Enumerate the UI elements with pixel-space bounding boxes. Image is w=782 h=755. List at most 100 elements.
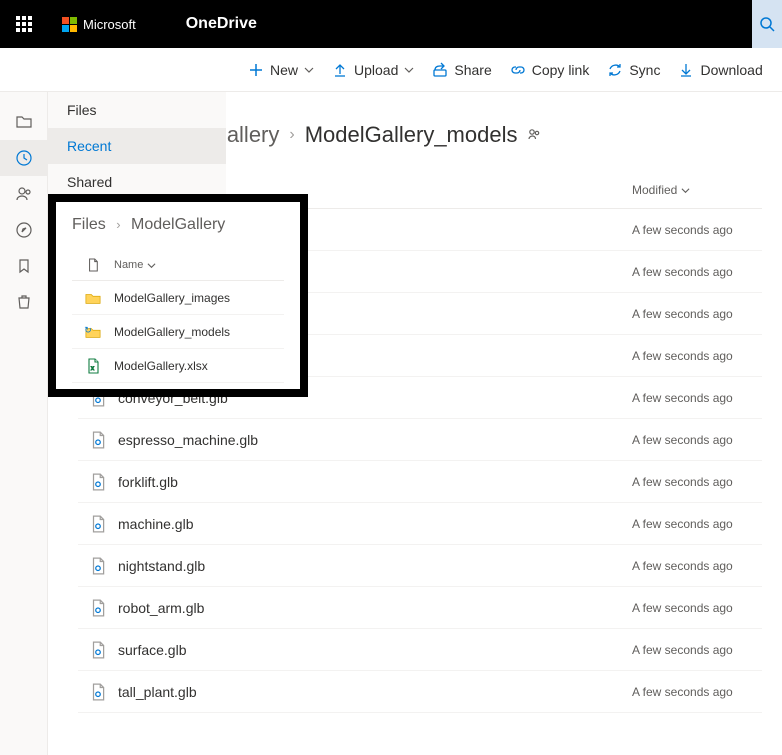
file-type-icon (78, 599, 118, 617)
chevron-right-icon: › (116, 217, 120, 232)
crumb-current: ModelGallery_models (305, 122, 518, 148)
file-modified: A few seconds ago (632, 559, 762, 573)
file-row[interactable]: tall_plant.glbA few seconds ago (78, 671, 762, 713)
sidebar-shared-icon-wrap[interactable] (0, 176, 47, 212)
share-button[interactable]: Share (432, 62, 491, 78)
inset-crumb-root[interactable]: Files (72, 216, 106, 233)
compass-icon (15, 221, 33, 239)
download-icon (678, 62, 694, 78)
upload-label: Upload (354, 62, 398, 78)
sidebar-discover-icon-wrap[interactable] (0, 212, 47, 248)
upload-button[interactable]: Upload (332, 62, 414, 78)
app-launcher-button[interactable] (0, 0, 48, 48)
new-label: New (270, 62, 298, 78)
file-row[interactable]: robot_arm.glbA few seconds ago (78, 587, 762, 629)
inset-row-icon (72, 291, 114, 305)
chevron-down-icon (404, 65, 414, 75)
sidebar-files-icon-wrap[interactable] (0, 104, 47, 140)
file-name: robot_arm.glb (118, 600, 632, 616)
file-modified: A few seconds ago (632, 391, 762, 405)
search-button[interactable] (752, 0, 782, 48)
sidebar-recent-icon-wrap[interactable] (0, 140, 47, 176)
file-row[interactable]: espresso_machine.glbA few seconds ago (78, 419, 762, 461)
copy-link-button[interactable]: Copy link (510, 62, 590, 78)
copy-link-label: Copy link (532, 62, 590, 78)
inset-table-header: Name (72, 258, 284, 281)
new-button[interactable]: New (248, 62, 314, 78)
file-name: espresso_machine.glb (118, 432, 632, 448)
file-name: surface.glb (118, 642, 632, 658)
sidebar (0, 92, 48, 755)
inset-row[interactable]: x ModelGallery.xlsx (72, 349, 284, 383)
sidebar-item-label: Recent (67, 138, 111, 154)
sidebar-item-files[interactable]: Files (48, 92, 226, 128)
file-type-icon (78, 641, 118, 659)
file-row[interactable]: nightstand.glbA few seconds ago (78, 545, 762, 587)
file-row[interactable]: forklift.glbA few seconds ago (78, 461, 762, 503)
file-modified: A few seconds ago (632, 601, 762, 615)
bookmark-icon (15, 257, 33, 275)
file-type-icon (78, 431, 118, 449)
file-type-icon (78, 683, 118, 701)
chevron-down-icon (304, 65, 314, 75)
inset-preview: Files › ModelGallery Name ModelGallery_i… (48, 194, 308, 397)
column-modified-label: Modified (632, 183, 677, 197)
inset-row-name: ModelGallery.xlsx (114, 359, 208, 373)
sidebar-item-recent[interactable]: Recent (48, 128, 226, 164)
microsoft-logo: Microsoft (62, 17, 136, 32)
file-name: forklift.glb (118, 474, 632, 490)
file-row[interactable]: surface.glbA few seconds ago (78, 629, 762, 671)
link-icon (510, 62, 526, 78)
file-name: machine.glb (118, 516, 632, 532)
file-icon (87, 258, 99, 272)
file-modified: A few seconds ago (632, 307, 762, 321)
plus-icon (248, 62, 264, 78)
top-bar: Microsoft OneDrive (0, 0, 782, 48)
brand-label: Microsoft (83, 17, 136, 32)
upload-icon (332, 62, 348, 78)
inset-row-name: ModelGallery_images (114, 291, 230, 305)
search-icon (759, 16, 775, 32)
file-modified: A few seconds ago (632, 685, 762, 699)
inset-row-icon: ↻ (72, 325, 114, 339)
sync-badge-icon: ↻ (84, 325, 92, 336)
file-name: nightstand.glb (118, 558, 632, 574)
inset-row-icon: x (72, 358, 114, 374)
sidebar-item-label: Shared (67, 174, 112, 190)
chevron-right-icon: › (289, 126, 294, 144)
chevron-down-icon (147, 261, 156, 270)
sync-label: Sync (629, 62, 660, 78)
file-modified: A few seconds ago (632, 433, 762, 447)
inset-row[interactable]: ↻ ModelGallery_models (72, 315, 284, 349)
file-modified: A few seconds ago (632, 517, 762, 531)
inset-row[interactable]: ModelGallery_images (72, 281, 284, 315)
folder-icon (15, 113, 33, 131)
file-modified: A few seconds ago (632, 475, 762, 489)
command-bar: New Upload Share Copy link Sync Download (0, 48, 782, 92)
sync-button[interactable]: Sync (607, 62, 660, 78)
people-icon (15, 185, 33, 203)
file-type-icon (78, 515, 118, 533)
sidebar-labels: Files Recent Shared (48, 92, 226, 200)
column-header-modified[interactable]: Modified (632, 183, 762, 197)
file-modified: A few seconds ago (632, 643, 762, 657)
file-type-icon (78, 473, 118, 491)
waffle-icon (16, 16, 32, 32)
file-row[interactable]: machine.glbA few seconds ago (78, 503, 762, 545)
recycle-bin-icon (15, 293, 33, 311)
clock-icon (15, 149, 33, 167)
inset-row-name: ModelGallery_models (114, 325, 230, 339)
svg-text:x: x (91, 366, 94, 372)
download-label: Download (700, 62, 762, 78)
file-modified: A few seconds ago (632, 223, 762, 237)
download-button[interactable]: Download (678, 62, 762, 78)
share-label: Share (454, 62, 491, 78)
sidebar-recycle-icon-wrap[interactable] (0, 284, 47, 320)
app-title: OneDrive (186, 15, 257, 33)
inset-column-name-label[interactable]: Name (114, 259, 143, 271)
shared-icon[interactable] (527, 127, 541, 144)
file-modified: A few seconds ago (632, 265, 762, 279)
inset-breadcrumb: Files › ModelGallery (72, 216, 284, 234)
file-modified: A few seconds ago (632, 349, 762, 363)
sidebar-bookmark-icon-wrap[interactable] (0, 248, 47, 284)
